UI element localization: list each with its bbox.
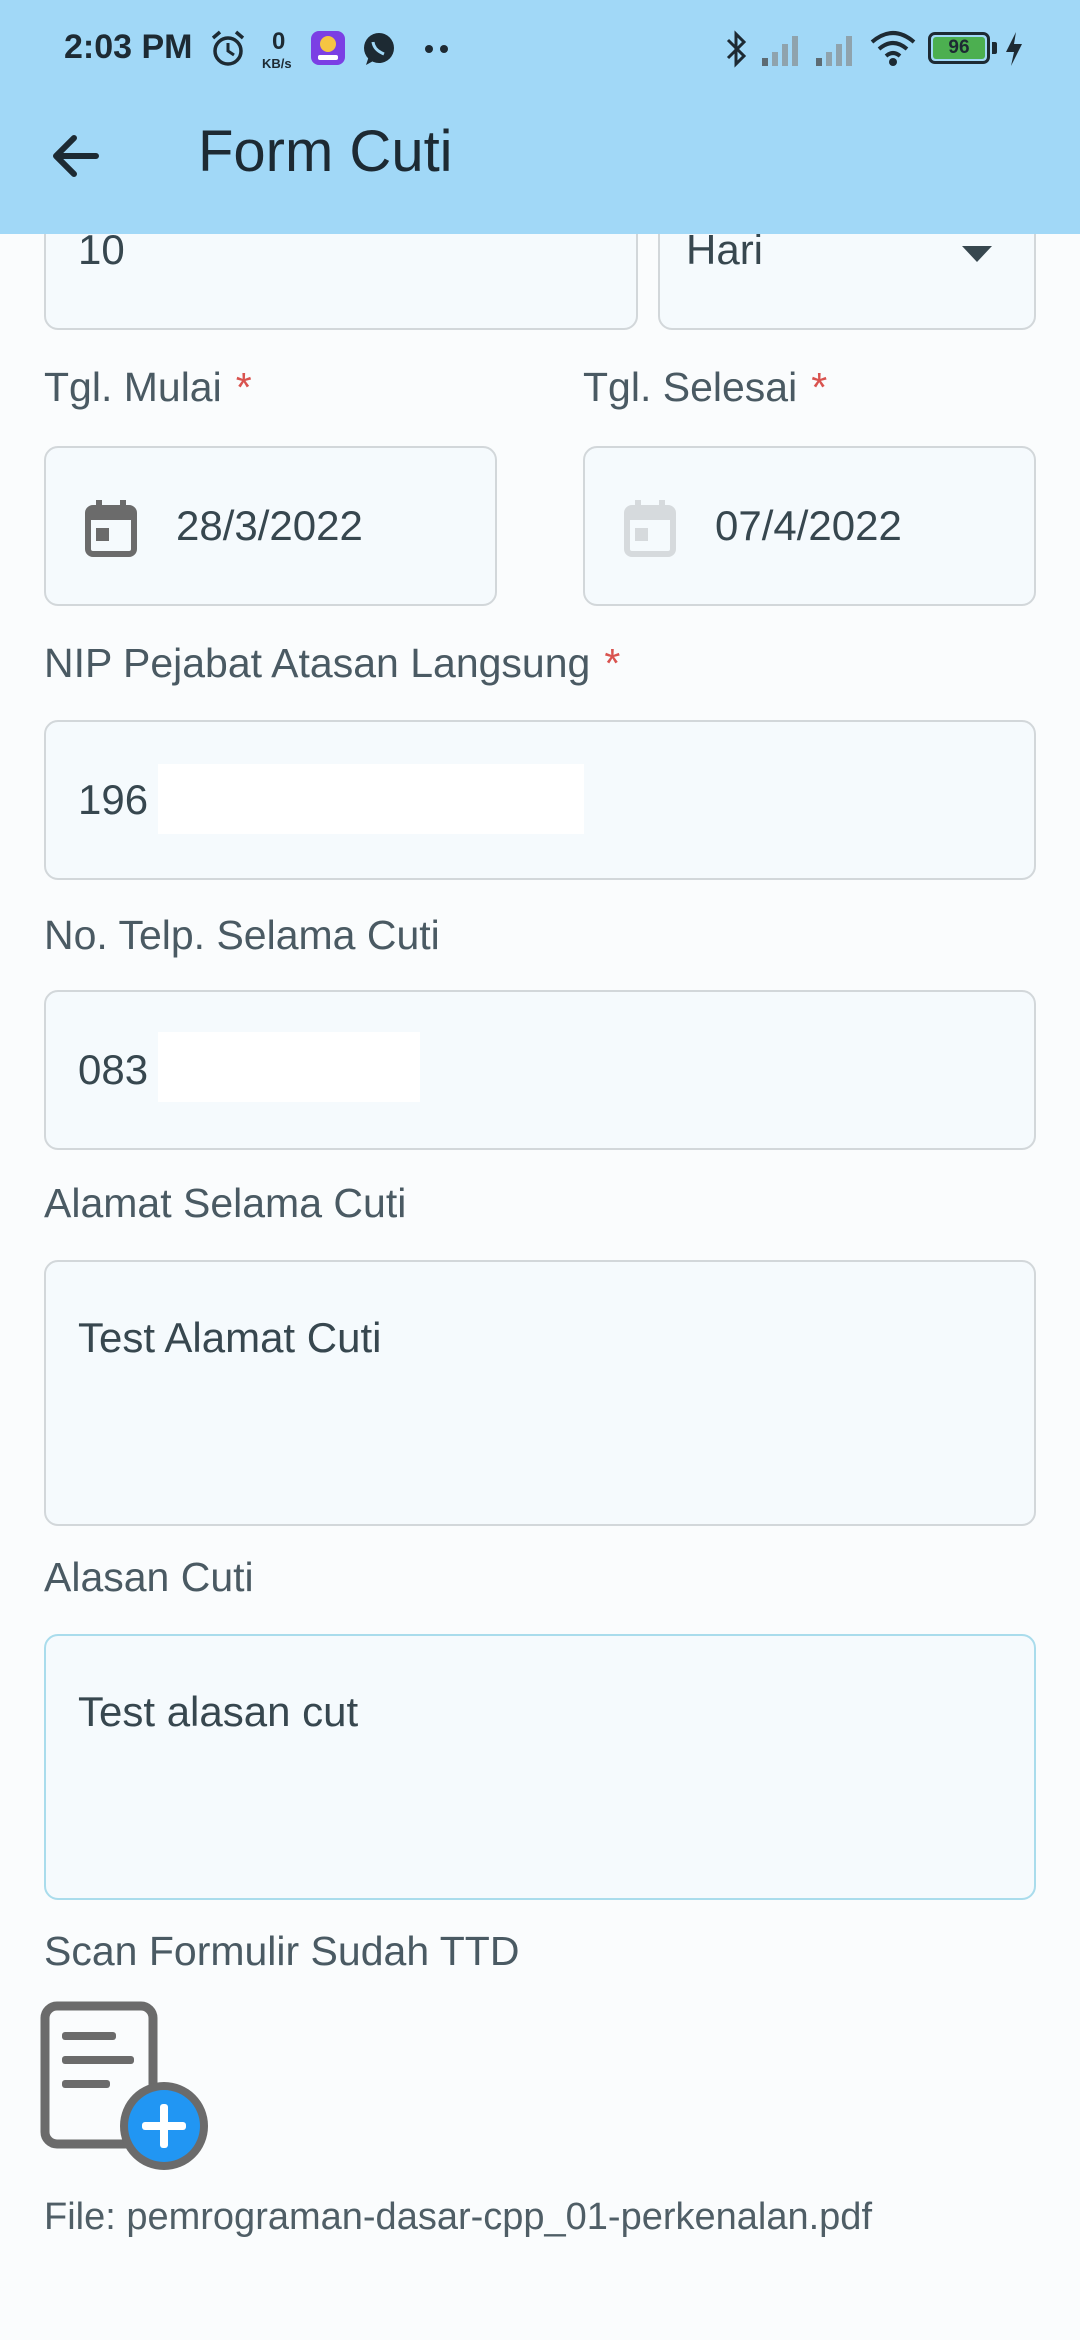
status-bar: 2:03 PM 0 KB/s 96 xyxy=(0,0,1080,100)
add-document-icon[interactable] xyxy=(40,2000,214,2174)
start-date-label: Tgl. Mulai * xyxy=(44,364,252,410)
arrow-back-icon[interactable] xyxy=(44,124,108,188)
redaction-box xyxy=(158,1032,420,1102)
leave-form: 10 Hari Tgl. Mulai * Tgl. Selesai * 28/3/2… xyxy=(0,0,1080,2340)
required-mark: * xyxy=(811,364,828,410)
calendar-icon xyxy=(85,500,137,557)
start-date-field[interactable]: 28/3/2022 xyxy=(44,446,497,606)
reason-label: Alasan Cuti xyxy=(44,1554,254,1600)
supervisor-nip-value: 196 xyxy=(78,776,149,823)
signal-icon xyxy=(762,36,798,66)
battery-icon: 96 xyxy=(928,32,990,64)
signal-icon xyxy=(816,36,852,66)
whatsapp-icon xyxy=(364,33,394,65)
battery-level: 96 xyxy=(948,37,970,58)
start-date-value: 28/3/2022 xyxy=(176,502,363,549)
phone-label: No. Telp. Selama Cuti xyxy=(44,912,440,958)
redaction-box xyxy=(158,764,584,834)
dropdown-arrow-icon xyxy=(962,246,992,262)
supervisor-nip-input[interactable]: 196 xyxy=(44,720,1036,880)
app-header: 2:03 PM 0 KB/s 96 Form Cuti xyxy=(0,0,1080,234)
battery-tip xyxy=(992,42,997,54)
required-mark: * xyxy=(604,640,621,686)
net-speed-unit: KB/s xyxy=(262,56,292,71)
supervisor-nip-label: NIP Pejabat Atasan Langsung * xyxy=(44,640,621,686)
app-notification-icon xyxy=(311,31,345,65)
scan-label: Scan Formulir Sudah TTD xyxy=(44,1928,520,1974)
address-textarea[interactable]: Test Alamat Cuti xyxy=(44,1260,1036,1526)
status-time: 2:03 PM xyxy=(64,28,193,66)
address-label: Alamat Selama Cuti xyxy=(44,1180,407,1226)
end-date-value: 07/4/2022 xyxy=(715,502,902,549)
alarm-icon xyxy=(211,30,245,66)
wifi-icon xyxy=(870,31,916,66)
page-title: Form Cuti xyxy=(198,119,453,184)
more-notifications-icon xyxy=(425,45,448,53)
reason-textarea[interactable]: Test alasan cut xyxy=(44,1634,1036,1900)
reason-value: Test alasan cut xyxy=(78,1688,359,1735)
charging-icon xyxy=(1006,32,1022,66)
address-value: Test Alamat Cuti xyxy=(78,1314,382,1361)
phone-input[interactable]: 083 xyxy=(44,990,1036,1150)
uploaded-file-name: File: pemrograman-dasar-cpp_01-perkenala… xyxy=(44,2196,873,2238)
end-date-field[interactable]: 07/4/2022 xyxy=(583,446,1036,606)
calendar-icon xyxy=(624,500,676,557)
phone-value: 083 xyxy=(78,1046,149,1093)
end-date-label: Tgl. Selesai * xyxy=(583,364,828,410)
bluetooth-icon xyxy=(726,30,747,68)
net-speed-value: 0 xyxy=(272,28,286,55)
required-mark: * xyxy=(235,364,252,410)
